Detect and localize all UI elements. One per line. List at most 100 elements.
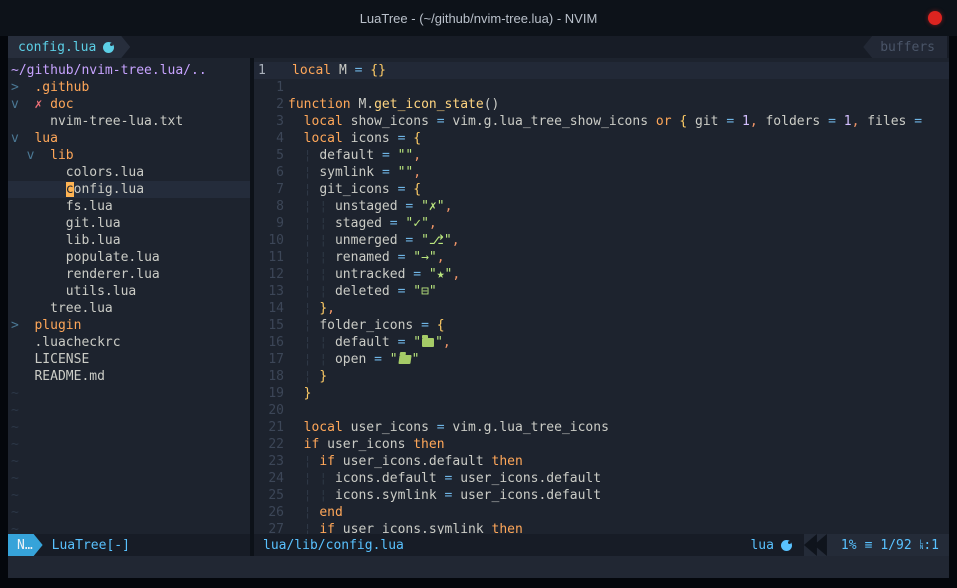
tree-row-github[interactable]: > .github	[8, 79, 250, 96]
tree-row-license[interactable]: LICENSE	[8, 351, 250, 368]
buffers-label[interactable]: buffers	[863, 36, 947, 58]
code-line[interactable]: 14 ¦ },	[254, 300, 949, 317]
line-number: 25	[254, 487, 288, 504]
terminal: config.lua buffers ~/github/nvim-tree.lu…	[8, 36, 949, 578]
statusline-stats: 1% ≡ 1/92 LN:1	[827, 534, 949, 556]
editor-buffer[interactable]: 1local M = {}12function M.get_icon_state…	[254, 58, 949, 534]
code-line[interactable]: 5 ¦ default = "",	[254, 147, 949, 164]
tree-row-plugin[interactable]: > plugin	[8, 317, 250, 334]
code-line[interactable]: 21 local user_icons = vim.g.lua_tree_ico…	[254, 419, 949, 436]
code-line[interactable]: 3 local show_icons = vim.g.lua_tree_show…	[254, 113, 949, 130]
code-text: ¦ ¦ untracked = "★",	[288, 266, 949, 283]
code-line[interactable]: 20	[254, 402, 949, 419]
code-line[interactable]: 1	[254, 79, 949, 96]
lines-icon: ≡	[865, 538, 873, 553]
empty-line-tilde: ~	[8, 504, 250, 521]
line-number: 20	[254, 402, 288, 419]
code-line[interactable]: 1local M = {}	[254, 62, 949, 79]
statusline-left-window: N… LuaTree[-]	[8, 534, 250, 556]
code-line[interactable]: 12 ¦ ¦ untracked = "★",	[254, 266, 949, 283]
mode-indicator: N…	[8, 534, 43, 556]
code-line[interactable]: 27 ¦ if user_icons.symlink then	[254, 521, 949, 534]
lua-moon-icon-status	[781, 540, 792, 551]
empty-line-tilde: ~	[8, 385, 250, 402]
tree-row-renderer-lua[interactable]: renderer.lua	[8, 266, 250, 283]
tree-row-luacheckrc[interactable]: .luacheckrc	[8, 334, 250, 351]
line-number: 14	[254, 300, 288, 317]
code-text: ¦ if user_icons.symlink then	[288, 521, 949, 534]
code-text: ¦ end	[288, 504, 949, 521]
code-line[interactable]: 10 ¦ ¦ unmerged = "⎇",	[254, 232, 949, 249]
code-text: if user_icons then	[288, 436, 949, 453]
line-number: 10	[254, 232, 288, 249]
file-tree[interactable]: ~/github/nvim-tree.lua/..> .githubv ✗ do…	[8, 58, 250, 534]
code-line[interactable]: 19 }	[254, 385, 949, 402]
code-line[interactable]: 22 if user_icons then	[254, 436, 949, 453]
empty-line-tilde: ~	[8, 419, 250, 436]
line-number: 3	[254, 113, 288, 130]
tree-row-config-lua[interactable]: config.lua	[8, 181, 250, 198]
code-line[interactable]: 25 ¦ ¦ icons.symlink = user_icons.defaul…	[254, 487, 949, 504]
filetype-label: lua	[750, 538, 773, 553]
code-text: ¦ },	[288, 300, 949, 317]
line-number: 21	[254, 419, 288, 436]
code-line[interactable]: 16 ¦ ¦ default = "",	[254, 334, 949, 351]
code-text: local user_icons = vim.g.lua_tree_icons	[288, 419, 949, 436]
line-number: 16	[254, 334, 288, 351]
tab-config-lua[interactable]: config.lua	[8, 36, 130, 58]
tree-row-fs-lua[interactable]: fs.lua	[8, 198, 250, 215]
code-line[interactable]: 24 ¦ ¦ icons.default = user_icons.defaul…	[254, 470, 949, 487]
code-text: ¦ symlink = "",	[288, 164, 949, 181]
statusline-file-path: lua/lib/config.lua	[254, 534, 404, 556]
code-line[interactable]: 7 ¦ git_icons = {	[254, 181, 949, 198]
tree-row-doc[interactable]: v ✗ doc	[8, 96, 250, 113]
statusline-position-segment: 1% ≡ 1/92 LN:1	[804, 534, 949, 556]
tree-row-readme-md[interactable]: README.md	[8, 368, 250, 385]
tree-row-git-lua[interactable]: git.lua	[8, 215, 250, 232]
code-text: ¦ ¦ open = ""	[288, 351, 949, 368]
tree-row-lua[interactable]: v lua	[8, 130, 250, 147]
tree-row-lib[interactable]: v lib	[8, 147, 250, 164]
empty-line-tilde: ~	[8, 453, 250, 470]
code-line[interactable]: 13 ¦ ¦ deleted = "⊟"	[254, 283, 949, 300]
code-line[interactable]: 18 ¦ }	[254, 368, 949, 385]
tree-row-nvim-tree-lua-txt[interactable]: nvim-tree-lua.txt	[8, 113, 250, 130]
code-line[interactable]: 2function M.get_icon_state()	[254, 96, 949, 113]
tree-row-colors-lua[interactable]: colors.lua	[8, 164, 250, 181]
close-button-icon[interactable]	[928, 11, 942, 25]
code-line[interactable]: 6 ¦ symlink = "",	[254, 164, 949, 181]
line-value: :1	[923, 538, 939, 553]
titlebar: LuaTree - (~/github/nvim-tree.lua) - NVI…	[0, 0, 957, 36]
statusline-spacer	[404, 534, 751, 556]
tree-row-tree-lua[interactable]: tree.lua	[8, 300, 250, 317]
code-line[interactable]: 15 ¦ folder_icons = {	[254, 317, 949, 334]
panes: ~/github/nvim-tree.lua/..> .githubv ✗ do…	[8, 58, 949, 534]
line-number: 23	[254, 453, 288, 470]
code-line[interactable]: 4 local icons = {	[254, 130, 949, 147]
nvim-window: LuaTree - (~/github/nvim-tree.lua) - NVI…	[0, 0, 957, 588]
code-text: local icons = {	[288, 130, 949, 147]
line-number: 8	[254, 198, 288, 215]
line-number: 12	[254, 266, 288, 283]
cmdline[interactable]	[8, 556, 949, 578]
tree-row-utils-lua[interactable]: utils.lua	[8, 283, 250, 300]
code-line[interactable]: 26 ¦ end	[254, 504, 949, 521]
code-line[interactable]: 17 ¦ ¦ open = ""	[254, 351, 949, 368]
code-line[interactable]: 23 ¦ if user_icons.default then	[254, 453, 949, 470]
line-number: 19	[254, 385, 288, 402]
line-number: 24	[254, 470, 288, 487]
folder-open-icon	[398, 355, 411, 364]
code-line[interactable]: 11 ¦ ¦ renamed = "→",	[254, 249, 949, 266]
tree-row-lib-lua[interactable]: lib.lua	[8, 232, 250, 249]
code-text: ¦ default = "",	[288, 147, 949, 164]
code-text: ¦ }	[288, 368, 949, 385]
line-number: 15	[254, 317, 288, 334]
tree-root[interactable]: ~/github/nvim-tree.lua/..	[8, 62, 250, 79]
code-text: }	[288, 385, 949, 402]
lua-moon-icon	[103, 42, 114, 53]
code-line[interactable]: 9 ¦ ¦ staged = "✓",	[254, 215, 949, 232]
code-text: ¦ folder_icons = {	[288, 317, 949, 334]
code-text: function M.get_icon_state()	[288, 96, 949, 113]
code-line[interactable]: 8 ¦ ¦ unstaged = "✗",	[254, 198, 949, 215]
tree-row-populate-lua[interactable]: populate.lua	[8, 249, 250, 266]
